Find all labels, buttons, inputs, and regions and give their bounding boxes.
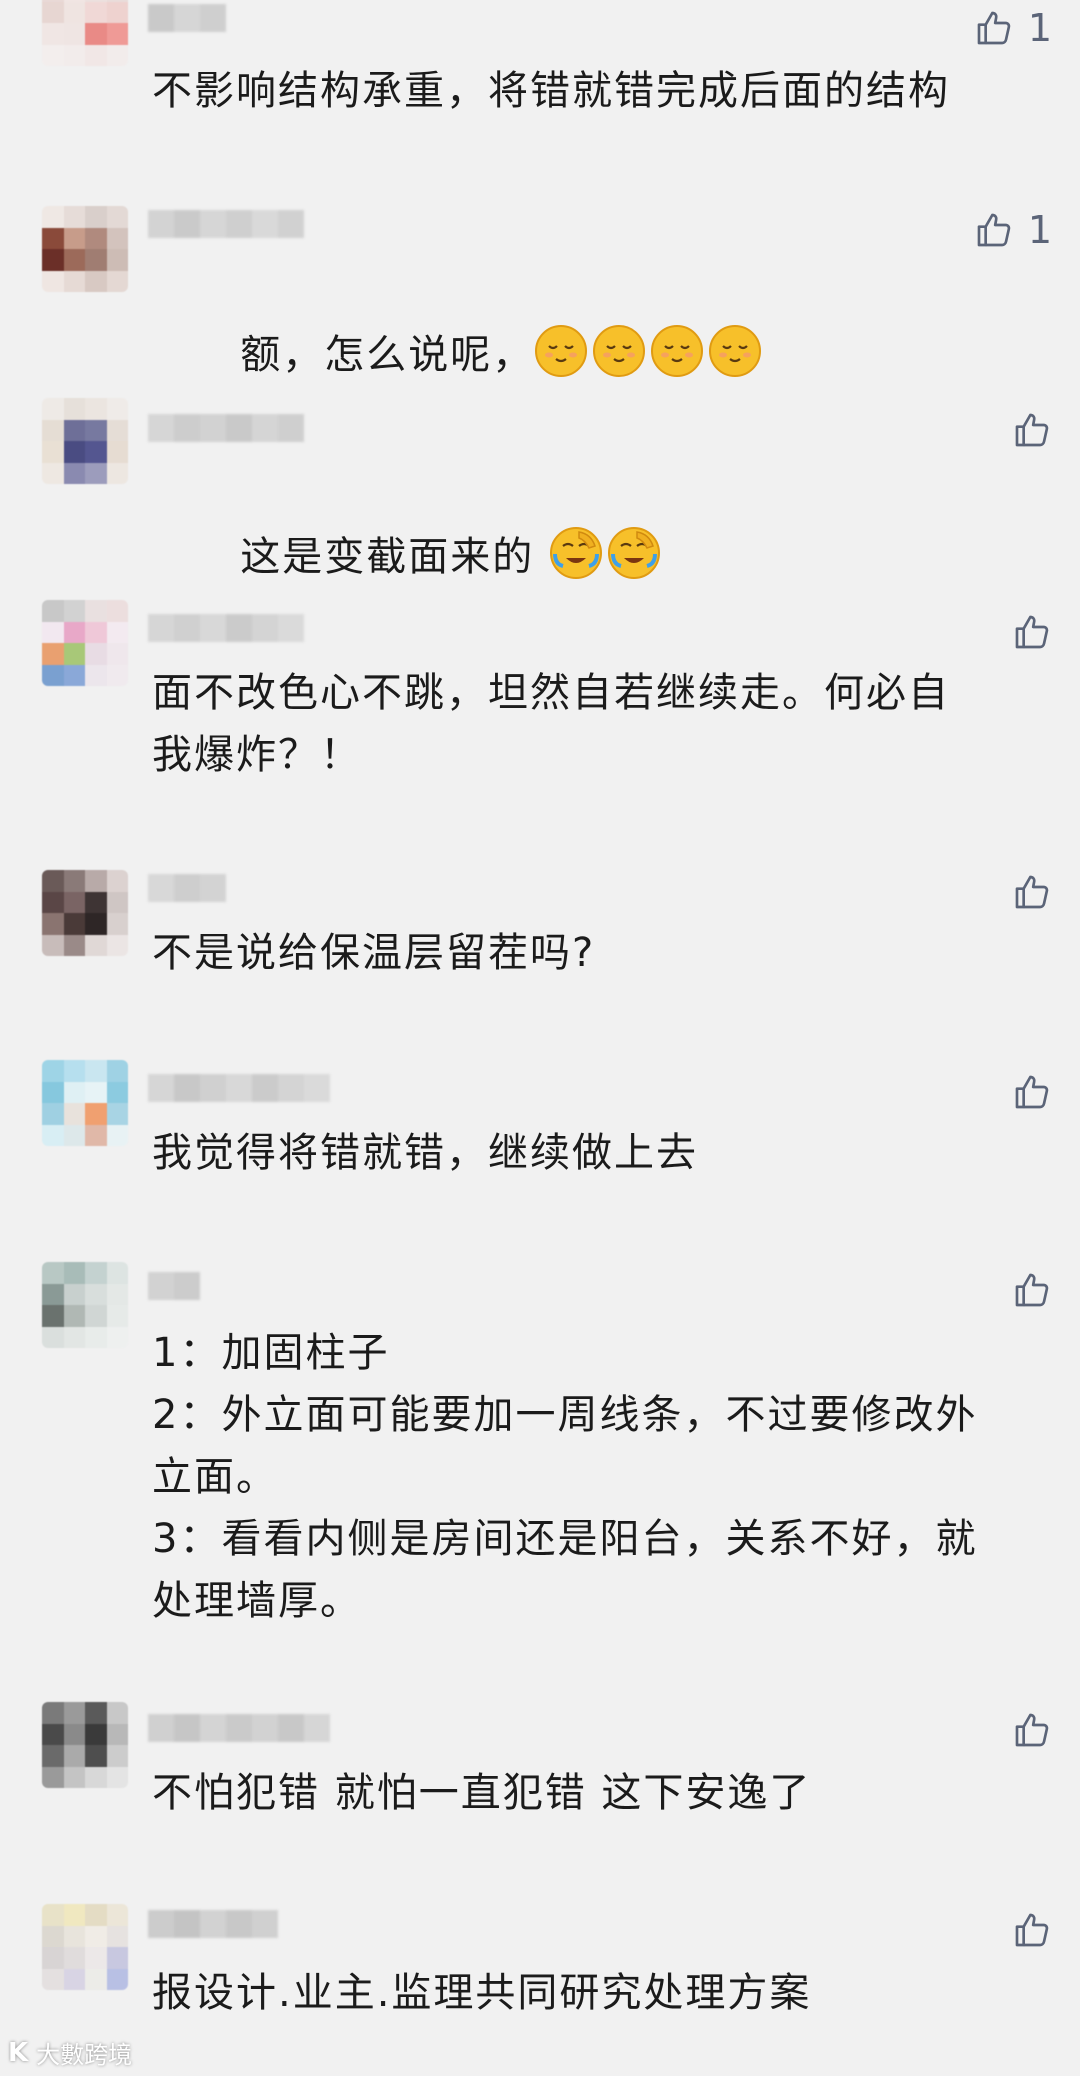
smiling-face-emoji	[709, 325, 762, 377]
avatar[interactable]	[42, 0, 128, 66]
comment-text: 1：加固柱子 2：外立面可能要加一周线条，不过要修改外 立面。 3：看看内侧是房…	[152, 1330, 978, 1624]
username-blurred[interactable]	[148, 1910, 278, 1938]
like-button[interactable]	[1012, 406, 1052, 454]
like-button[interactable]: 1	[974, 206, 1052, 254]
thumbs-up-icon	[1015, 1273, 1049, 1307]
avatar[interactable]	[42, 398, 128, 484]
avatar[interactable]	[42, 1060, 128, 1146]
comment-text: 报设计.业主.监理共同研究处理方案	[152, 1970, 812, 2016]
thumbs-up-icon	[1015, 1913, 1049, 1947]
avatar[interactable]	[42, 1702, 128, 1788]
watermark-text: 大數跨境	[36, 2041, 133, 2069]
comment-text: 不怕犯错 就怕一直犯错 这下安逸了	[152, 1770, 812, 1816]
thumbs-up-icon	[1015, 615, 1049, 649]
watermark-logo: K	[8, 2037, 29, 2068]
avatar[interactable]	[42, 870, 128, 956]
thumbs-up-icon	[1015, 1713, 1049, 1747]
thumbs-up-icon	[977, 213, 1011, 247]
face-palm-tears-emoji	[608, 527, 661, 579]
comment-text: 不是说给保温层留茬吗?	[152, 930, 596, 976]
avatar[interactable]	[42, 1904, 128, 1990]
like-count: 1	[1027, 208, 1052, 252]
like-button[interactable]	[1012, 1906, 1052, 1954]
username-blurred[interactable]	[148, 414, 304, 442]
watermark: K 大數跨境	[8, 2035, 132, 2070]
face-palm-tears-emoji	[550, 527, 603, 579]
like-button[interactable]	[1012, 1266, 1052, 1314]
username-blurred[interactable]	[148, 1074, 330, 1102]
username-blurred[interactable]	[148, 614, 304, 642]
avatar[interactable]	[42, 1262, 128, 1348]
comment-text-content: 这是变截面来的	[240, 534, 535, 580]
like-button[interactable]	[1012, 608, 1052, 656]
username-blurred[interactable]	[148, 4, 226, 32]
like-button[interactable]: 1	[974, 4, 1052, 52]
thumbs-up-icon	[977, 11, 1011, 45]
smiling-face-emoji	[651, 325, 704, 377]
comment-text: 我觉得将错就错，继续做上去	[152, 1130, 698, 1176]
smiling-face-emoji	[593, 325, 646, 377]
comment-text-content: 额，怎么说呢，	[240, 332, 535, 378]
avatar[interactable]	[42, 206, 128, 292]
thumbs-up-icon	[1015, 1075, 1049, 1109]
like-button[interactable]	[1012, 1068, 1052, 1116]
comment-text: 面不改色心不跳，坦然自若继续走。何必自 我爆炸？！	[152, 670, 950, 778]
username-blurred[interactable]	[148, 1714, 330, 1742]
like-button[interactable]	[1012, 1706, 1052, 1754]
thumbs-up-icon	[1015, 413, 1049, 447]
like-count: 1	[1027, 6, 1052, 50]
like-button[interactable]	[1012, 868, 1052, 916]
username-blurred[interactable]	[148, 874, 226, 902]
comment-list: 1 不影响结构承重，将错就错完成后面的结构 1 额，怎么说呢， 这是变截面来的 …	[0, 0, 1080, 2076]
username-blurred[interactable]	[148, 1272, 200, 1300]
comment-text: 不影响结构承重，将错就错完成后面的结构	[152, 68, 950, 114]
username-blurred[interactable]	[148, 210, 304, 238]
smiling-face-emoji	[535, 325, 588, 377]
thumbs-up-icon	[1015, 875, 1049, 909]
avatar[interactable]	[42, 600, 128, 686]
